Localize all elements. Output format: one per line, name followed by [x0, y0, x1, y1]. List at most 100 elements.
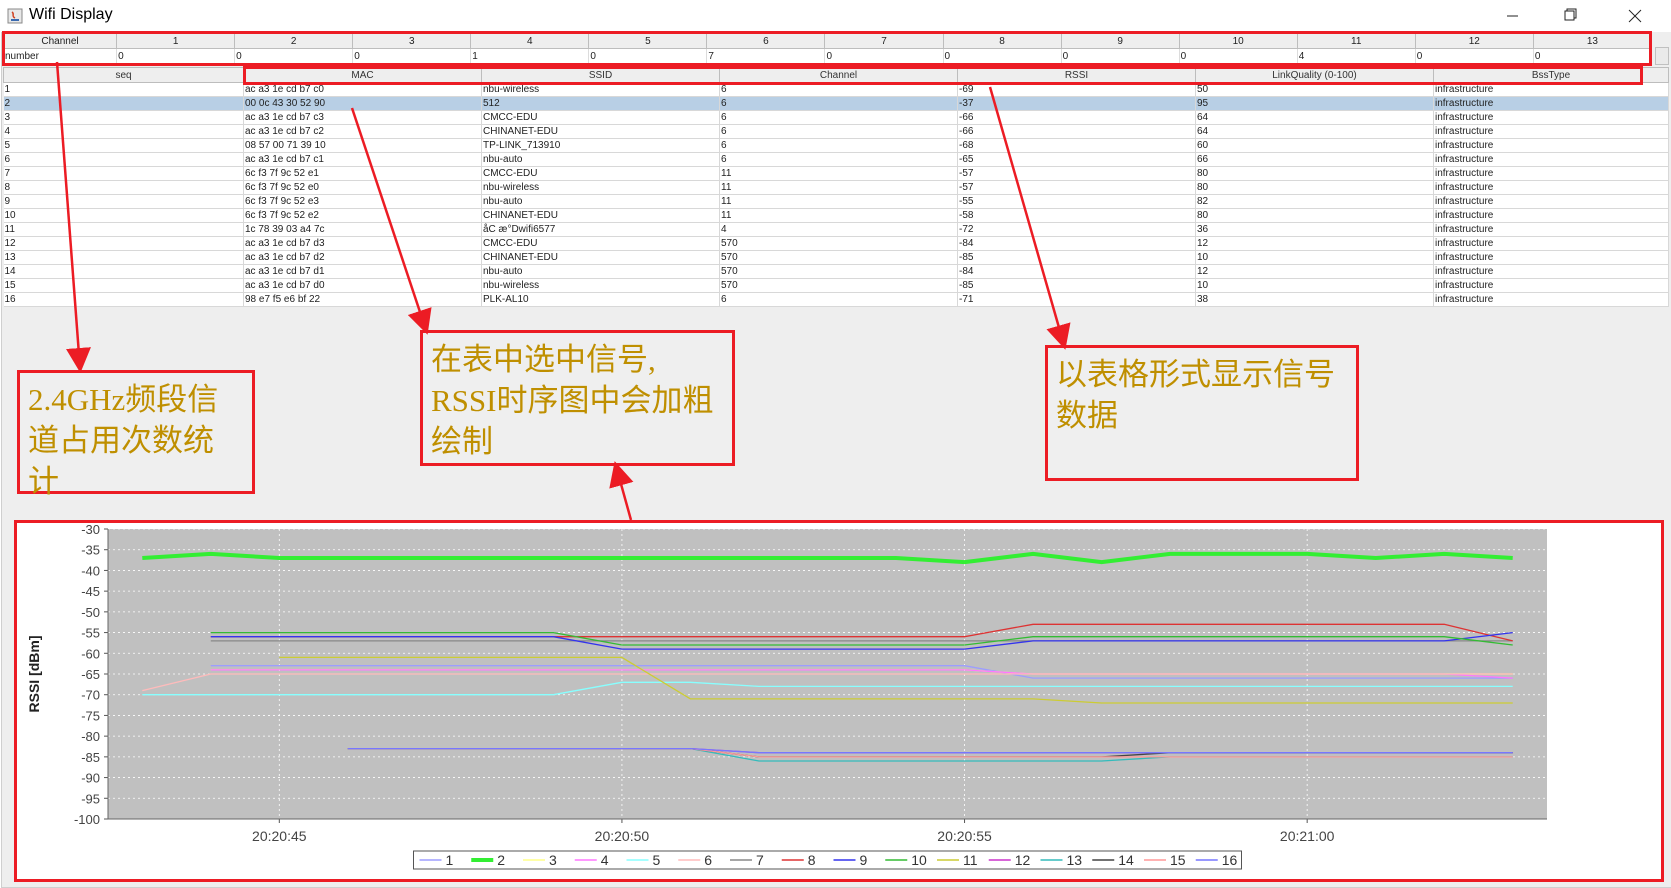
table-row[interactable]: 8 6c f3 7f 9c 52 e0 nbu-wireless 11 -57 80 inf… — [3, 180, 1669, 195]
table-cell: infrastructure — [1433, 208, 1669, 223]
table-row[interactable]: 7 6c f3 7f 9c 52 e1 CMCC-EDU 11 -57 80 infrast… — [3, 166, 1669, 181]
restore-icon — [1564, 8, 1577, 21]
table-cell: infrastructure — [1433, 278, 1669, 293]
signal-table: seq MAC SSID Channel RSSI LinkQuality (0-100)… — [3, 67, 1669, 307]
window-title: Wifi Display — [29, 6, 113, 23]
restore-button[interactable] — [1547, 0, 1593, 32]
table-cell: -71 — [957, 292, 1196, 307]
table-cell: 14 — [3, 264, 244, 279]
table-cell: 80 — [1195, 208, 1434, 223]
y-tick-label: -90 — [81, 771, 100, 786]
table-cell: 15 — [3, 278, 244, 293]
table-cell: 6c f3 7f 9c 52 e0 — [243, 180, 482, 195]
table-cell: CMCC-EDU — [481, 166, 720, 181]
table-cell: 9 — [3, 194, 244, 209]
table-cell: 8 — [3, 180, 244, 195]
table-cell: 80 — [1195, 180, 1434, 195]
table-cell: 10 — [3, 208, 244, 223]
table-cell: infrastructure — [1433, 180, 1669, 195]
table-cell: nbu-wireless — [481, 278, 720, 293]
legend-label: 8 — [808, 852, 816, 868]
table-row[interactable]: 15 ac a3 1e cd b7 d0 nbu-wireless 570 -85 10 i… — [3, 278, 1669, 293]
legend-label: 7 — [756, 852, 764, 868]
table-cell: 6 — [719, 138, 958, 153]
y-tick-label: -85 — [81, 750, 100, 765]
legend-label: 4 — [601, 852, 609, 868]
table-cell: 11 — [719, 166, 958, 181]
legend-label: 6 — [704, 852, 712, 868]
table-cell: ac a3 1e cd b7 d0 — [243, 278, 482, 293]
table-cell: 80 — [1195, 166, 1434, 181]
table-row[interactable]: 13 ac a3 1e cd b7 d2 CHINANET-EDU 570 -85 10 i… — [3, 250, 1669, 265]
table-cell: infrastructure — [1433, 250, 1669, 265]
table-cell: nbu-wireless — [481, 180, 720, 195]
table-cell: 2 — [3, 96, 244, 111]
table-row[interactable]: 6 ac a3 1e cd b7 c1 nbu-auto 6 -65 66 infrastr… — [3, 152, 1669, 167]
table-cell: 570 — [719, 264, 958, 279]
table-cell: 6 — [719, 96, 958, 111]
y-tick-label: -70 — [81, 688, 100, 703]
select-signal-note: 在表中选中信号, RSSI时序图中会加粗 绘制 — [420, 330, 735, 466]
table-row[interactable]: 3 ac a3 1e cd b7 c3 CMCC-EDU 6 -66 64 infrastr… — [3, 110, 1669, 125]
table-row[interactable]: 11 1c 78 39 03 a4 7c åС æ°Dwifi6577 4 -72 36 i… — [3, 222, 1669, 237]
table-cell: 82 — [1195, 194, 1434, 209]
table-cell: ac a3 1e cd b7 c2 — [243, 124, 482, 139]
table-cell: infrastructure — [1433, 292, 1669, 307]
table-row[interactable]: 14 ac a3 1e cd b7 d1 nbu-auto 570 -84 12 infra… — [3, 264, 1669, 279]
close-button[interactable] — [1612, 0, 1658, 32]
table-display-note: 以表格形式显示信号 数据 — [1045, 345, 1359, 481]
table-cell: TP-LINK_713910 — [481, 138, 720, 153]
table-cell: 16 — [3, 292, 244, 307]
table-cell: 60 — [1195, 138, 1434, 153]
x-tick-label: 20:20:45 — [252, 828, 307, 844]
table-cell: 11 — [719, 194, 958, 209]
title-bar: Wifi Display — [0, 0, 1671, 32]
table-cell: nbu-auto — [481, 264, 720, 279]
table-cell: CHINANET-EDU — [481, 208, 720, 223]
table-cell: 6 — [719, 152, 958, 167]
table-cell: -65 — [957, 152, 1196, 167]
rssi-time-series-chart[interactable]: -30 -35 -40 -45 -50 -55 -60 -65 -70 -75 -80 -85 -90 -… — [17, 522, 1661, 879]
table-cell: 00 0c 43 30 52 90 — [243, 96, 482, 111]
table-cell: nbu-auto — [481, 194, 720, 209]
table-row[interactable]: 5 08 57 00 71 39 10 TP-LINK_713910 6 -68 60 in… — [3, 138, 1669, 153]
table-row[interactable]: 4 ac a3 1e cd b7 c2 CHINANET-EDU 6 -66 64 infr… — [3, 124, 1669, 139]
table-cell: -55 — [957, 194, 1196, 209]
table-cell: 4 — [3, 124, 244, 139]
table-cell: 10 — [1195, 250, 1434, 265]
table-cell: -37 — [957, 96, 1196, 111]
table-row[interactable]: 9 6c f3 7f 9c 52 e3 nbu-auto 11 -55 82 infrast… — [3, 194, 1669, 209]
table-cell: CMCC-EDU — [481, 110, 720, 125]
table-cell: -58 — [957, 208, 1196, 223]
table-cell: 12 — [1195, 264, 1434, 279]
table-cell: 5 — [3, 138, 244, 153]
table-cell: 11 — [719, 180, 958, 195]
table-cell: 6 — [719, 124, 958, 139]
table-cell: 08 57 00 71 39 10 — [243, 138, 482, 153]
y-tick-label: -80 — [81, 729, 100, 744]
table-cell: -84 — [957, 236, 1196, 251]
y-tick-label: -65 — [81, 667, 100, 682]
table-row[interactable]: 12 ac a3 1e cd b7 d3 CMCC-EDU 570 -84 12 infra… — [3, 236, 1669, 251]
y-tick-label: -55 — [81, 626, 100, 641]
legend-label: 15 — [1170, 852, 1186, 868]
table-cell: -84 — [957, 264, 1196, 279]
column-header-seq[interactable]: seq — [3, 67, 244, 83]
table-cell: 66 — [1195, 152, 1434, 167]
table-cell: 11 — [719, 208, 958, 223]
table-cell: ac a3 1e cd b7 c1 — [243, 152, 482, 167]
table-cell: åС æ°Dwifi6577 — [481, 222, 720, 237]
table-cell: -66 — [957, 124, 1196, 139]
y-tick-label: -75 — [81, 708, 100, 723]
legend-label: 14 — [1118, 852, 1134, 868]
table-cell: infrastructure — [1433, 264, 1669, 279]
table-cell: 12 — [3, 236, 244, 251]
table-cell: -57 — [957, 180, 1196, 195]
table-row[interactable]: 2 00 0c 43 30 52 90 512 6 -37 95 infrastructur… — [3, 96, 1669, 111]
table-scroll-button[interactable] — [1655, 47, 1669, 65]
minimize-button[interactable] — [1489, 0, 1535, 32]
table-cell: 570 — [719, 236, 958, 251]
table-cell: 95 — [1195, 96, 1434, 111]
table-row[interactable]: 10 6c f3 7f 9c 52 e2 CHINANET-EDU 11 -58 80 in… — [3, 208, 1669, 223]
table-row[interactable]: 16 98 e7 f5 e6 bf 22 PLK-AL10 6 -71 38 infrast… — [3, 292, 1669, 307]
